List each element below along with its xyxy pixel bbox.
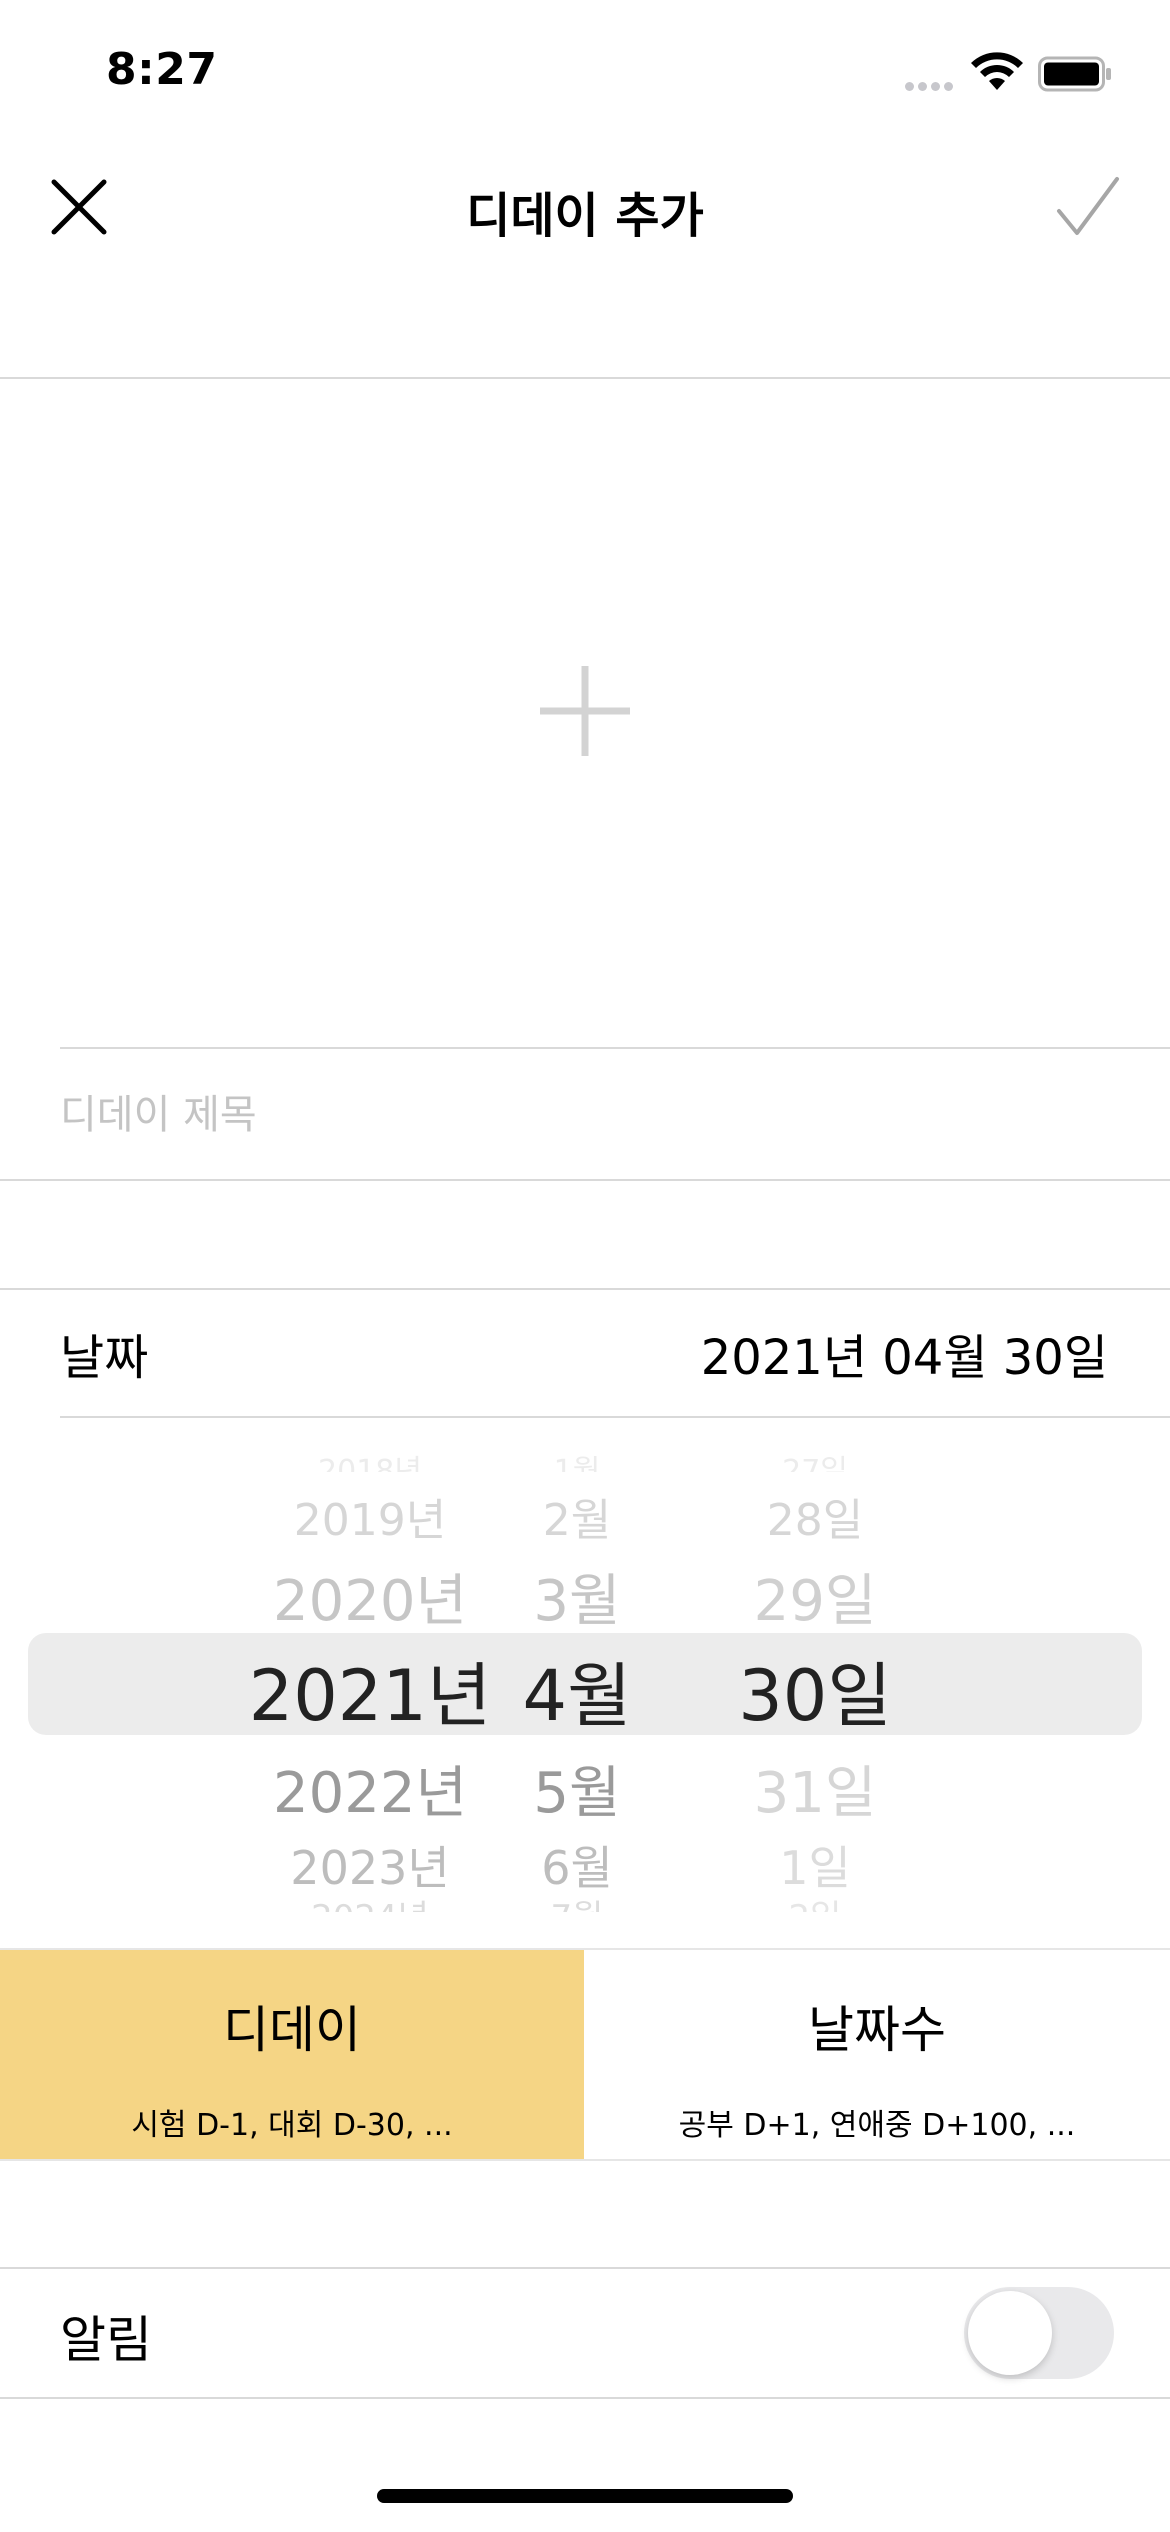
picker-month-item[interactable]: 3월: [512, 1556, 642, 1637]
wifi-icon: [971, 52, 1023, 90]
date-label: 날짜: [60, 1330, 149, 1386]
picker-day-item[interactable]: 2일: [730, 1890, 900, 1912]
picker-year-item[interactable]: 2023년: [240, 1832, 500, 1898]
type-option-title: 날짜수: [808, 2001, 946, 2059]
divider: [0, 1288, 1170, 1290]
picker-year-item[interactable]: 2020년: [240, 1556, 500, 1637]
alarm-label: 알림: [60, 2311, 152, 2369]
home-indicator: [377, 2489, 793, 2503]
date-value[interactable]: 2021년 04월 30일: [701, 1318, 1108, 1388]
type-option-day-count[interactable]: 날짜수 공부 D+1, 연애중 D+100, ...: [584, 1950, 1170, 2160]
checkmark-icon[interactable]: [1055, 175, 1121, 241]
type-option-title: 디데이: [223, 2001, 361, 2059]
divider: [0, 2397, 1170, 2399]
picker-month-item[interactable]: 7월: [512, 1890, 642, 1912]
picker-day-item[interactable]: 27일: [730, 1446, 900, 1472]
picker-year-item[interactable]: 2022년: [240, 1748, 500, 1829]
picker-month-item[interactable]: 1월: [512, 1446, 642, 1472]
status-time: 8:27: [106, 44, 218, 95]
picker-month-item[interactable]: 5월: [512, 1748, 642, 1829]
picker-day-item[interactable]: 29일: [730, 1556, 900, 1637]
picker-year-item[interactable]: 2024년: [240, 1890, 500, 1912]
divider: [0, 2267, 1170, 2269]
picker-day-item[interactable]: 1일: [730, 1832, 900, 1898]
picker-year-selected[interactable]: 2021년: [240, 1640, 500, 1741]
picker-day-item[interactable]: 31일: [730, 1748, 900, 1829]
picker-month-item[interactable]: 2월: [512, 1484, 642, 1548]
type-option-dday[interactable]: 디데이 시험 D-1, 대회 D-30, ...: [0, 1950, 584, 2160]
divider: [0, 1179, 1170, 1181]
picker-year-item[interactable]: 2018년: [240, 1446, 500, 1472]
divider: [60, 1416, 1170, 1418]
battery-icon: [1038, 56, 1111, 92]
cellular-signal-icon: [905, 76, 960, 91]
type-option-subtitle: 시험 D-1, 대회 D-30, ...: [131, 2108, 453, 2143]
picker-day-selected[interactable]: 30일: [730, 1640, 900, 1741]
dday-title-input[interactable]: [60, 1080, 1110, 1150]
nav-divider: [0, 377, 1170, 379]
type-option-subtitle: 공부 D+1, 연애중 D+100, ...: [678, 2108, 1076, 2143]
alarm-toggle[interactable]: [964, 2287, 1114, 2379]
plus-icon[interactable]: [538, 664, 632, 758]
picker-month-selected[interactable]: 4월: [512, 1640, 642, 1741]
picker-day-item[interactable]: 28일: [730, 1484, 900, 1548]
divider: [60, 1047, 1170, 1049]
picker-month-item[interactable]: 6월: [512, 1832, 642, 1898]
toggle-knob: [968, 2291, 1052, 2375]
page-title: 디데이 추가: [466, 188, 704, 244]
divider: [0, 2159, 1170, 2161]
picker-year-item[interactable]: 2019년: [240, 1484, 500, 1548]
